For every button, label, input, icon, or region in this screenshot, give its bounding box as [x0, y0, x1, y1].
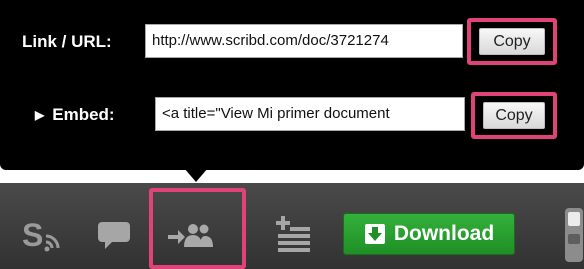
copy-embed-button[interactable]: Copy: [483, 102, 545, 129]
triangle-right-icon[interactable]: ▶: [35, 108, 44, 122]
share-popup: Link / URL: http://www.scribd.com/doc/37…: [0, 0, 584, 170]
link-url-field[interactable]: http://www.scribd.com/doc/3721274: [145, 24, 463, 58]
toggle-switch-icon[interactable]: [560, 206, 584, 264]
embed-label: Embed:: [52, 105, 115, 124]
popup-pointer: [184, 168, 208, 182]
scribd-feed-icon[interactable]: S: [22, 216, 66, 256]
download-label: Download: [393, 222, 495, 245]
embed-code-field[interactable]: <a title="View Mi primer document: [155, 97, 465, 131]
copy-embed-highlight: Copy: [471, 92, 557, 139]
scribd-share-toolbar: Link / URL: http://www.scribd.com/doc/37…: [0, 0, 584, 269]
embed-row-label[interactable]: ▶ Embed:: [35, 105, 115, 125]
share-button-highlight: [149, 188, 246, 269]
download-arrow-icon: [364, 224, 385, 244]
copy-link-highlight: Copy: [467, 18, 557, 65]
svg-text:S: S: [22, 217, 43, 253]
link-url-label: Link / URL:: [22, 32, 112, 51]
copy-link-button[interactable]: Copy: [479, 28, 545, 55]
add-to-collection-icon[interactable]: [276, 215, 312, 255]
download-button[interactable]: Download: [343, 213, 515, 255]
comment-icon[interactable]: [97, 221, 131, 251]
